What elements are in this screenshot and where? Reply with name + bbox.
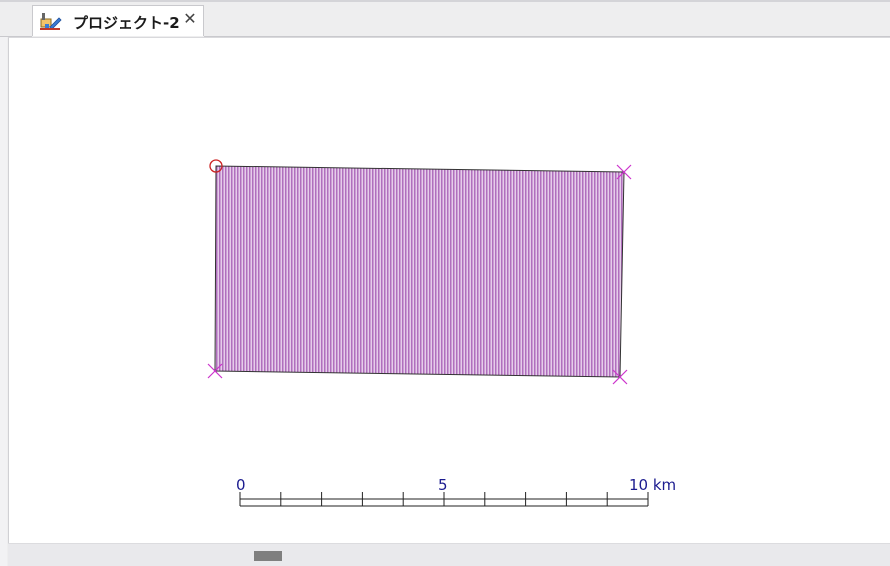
scale-label-0: 0 <box>236 476 246 494</box>
tab-project[interactable]: プロジェクト-2 ✕ <box>32 5 204 36</box>
map-view: 0 5 10 km <box>207 159 676 507</box>
scale-label-5: 5 <box>438 476 448 494</box>
scale-bar: 0 5 10 km <box>236 476 676 507</box>
scale-label-10km: 10 km <box>629 476 676 494</box>
horizontal-scrollbar[interactable] <box>8 543 890 566</box>
left-margin <box>0 37 7 566</box>
document-tab-strip: プロジェクト-2 ✕ <box>0 2 890 36</box>
polygon-feature[interactable] <box>214 165 625 378</box>
close-icon[interactable]: ✕ <box>181 9 199 29</box>
map-canvas[interactable]: 0 5 10 km <box>8 37 890 543</box>
scrollbar-thumb[interactable] <box>254 551 282 561</box>
tab-title: プロジェクト-2 <box>73 14 180 32</box>
project-icon <box>40 13 62 30</box>
